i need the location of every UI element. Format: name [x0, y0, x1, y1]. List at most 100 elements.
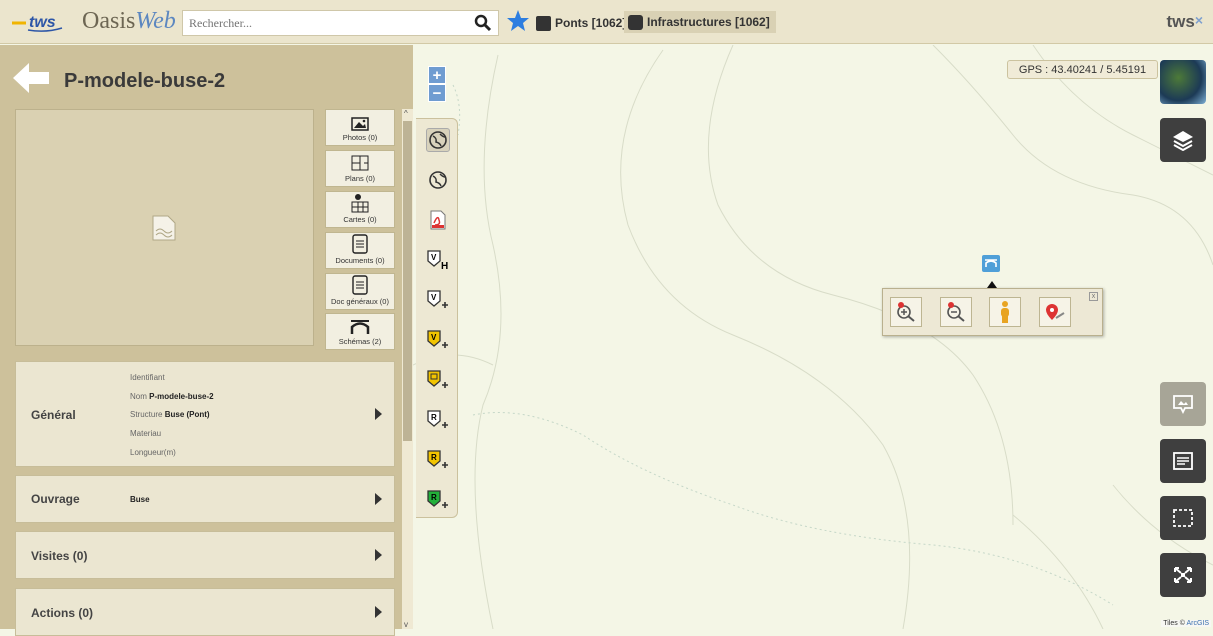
- zoom-in-button[interactable]: +: [428, 66, 446, 84]
- visit-h-icon[interactable]: VH: [426, 248, 450, 272]
- pdf-icon[interactable]: [426, 208, 450, 232]
- streetview-icon: [1001, 301, 1009, 323]
- list-icon: [1173, 452, 1193, 470]
- photos-button[interactable]: Photos (0): [325, 109, 395, 146]
- tab-infrastructures-label: Infrastructures [1062]: [647, 15, 770, 29]
- plan-icon: [351, 155, 369, 171]
- sidebar-scrollbar[interactable]: ^ v: [402, 109, 413, 629]
- zoom-in-marker-button[interactable]: [890, 297, 922, 327]
- image-comment-button[interactable]: [1160, 382, 1206, 426]
- close-icon[interactable]: x: [1089, 292, 1098, 301]
- map-view[interactable]: + − VH V V R R R GPS : 43.40241 / 5.4519…: [413, 45, 1213, 629]
- bridge-marker-icon[interactable]: [982, 255, 1000, 272]
- terrain-contours: [413, 45, 1213, 629]
- ouvrage-panel[interactable]: Ouvrage Buse: [15, 475, 395, 523]
- search-icon[interactable]: [474, 14, 492, 32]
- brand-menu[interactable]: tws×: [1166, 12, 1203, 32]
- svg-text:V: V: [431, 333, 437, 342]
- chevron-right-icon[interactable]: [375, 549, 382, 561]
- globe-icon[interactable]: [426, 168, 450, 192]
- report-add-yellow-icon[interactable]: R: [426, 448, 450, 472]
- eye-icon: [628, 14, 643, 30]
- list-button[interactable]: [1160, 439, 1206, 483]
- documents-label: Documents (0): [335, 256, 385, 265]
- ouvrage-title: Ouvrage: [31, 492, 80, 506]
- field-longueur: Longueur(m): [130, 448, 176, 457]
- map-attribution[interactable]: Tiles © ArcGIS: [1161, 620, 1211, 627]
- image-placeholder-icon: [152, 215, 176, 241]
- document-icon: [352, 234, 368, 254]
- report-add-green-icon[interactable]: R: [426, 488, 450, 512]
- visit-add-icon[interactable]: V: [426, 288, 450, 312]
- bridge-schema-icon: [350, 320, 370, 334]
- gps-readout: GPS : 43.40241 / 5.45191: [1007, 60, 1158, 79]
- visit-add-yellow-icon[interactable]: V: [426, 328, 450, 352]
- svg-text:R: R: [431, 493, 437, 502]
- tab-infrastructures[interactable]: Infrastructures [1062]: [624, 11, 776, 33]
- arcgis-link[interactable]: ArcGIS: [1186, 620, 1209, 627]
- close-icon[interactable]: ×: [1195, 12, 1203, 28]
- plans-button[interactable]: Plans (0): [325, 150, 395, 187]
- field-nom: Nom P-modele-buse-2: [130, 392, 214, 401]
- ouvrage-value: Buse: [130, 495, 150, 504]
- tab-ponts[interactable]: Ponts [1062]: [536, 11, 626, 35]
- page-title: P-modele-buse-2: [64, 70, 226, 92]
- svg-text:R: R: [431, 413, 437, 422]
- top-bar: tws OasisWeb Ponts [1062] Infrastructure…: [0, 0, 1213, 44]
- schemas-label: Schémas (2): [338, 337, 382, 346]
- field-identifiant: Identifiant: [130, 373, 165, 382]
- photos-label: Photos (0): [342, 133, 378, 142]
- image-preview[interactable]: [15, 109, 314, 346]
- schemas-button[interactable]: Schémas (2): [325, 313, 395, 350]
- doc-generaux-label: Doc généraux (0): [331, 297, 389, 306]
- visites-title: Visites (0): [31, 549, 88, 563]
- layers-button[interactable]: [1160, 118, 1206, 162]
- back-arrow-icon[interactable]: [13, 61, 49, 95]
- selection-button[interactable]: [1160, 496, 1206, 540]
- zoom-out-button[interactable]: −: [428, 84, 446, 102]
- search-icon: [536, 15, 551, 31]
- selection-icon: [1173, 509, 1193, 527]
- chevron-right-icon[interactable]: [375, 606, 382, 618]
- zoom-in-marker-icon: [897, 302, 915, 322]
- report-add-icon[interactable]: R: [426, 408, 450, 432]
- globe-active-icon[interactable]: [426, 128, 450, 152]
- cartes-button[interactable]: Cartes (0): [325, 191, 395, 228]
- scroll-down-icon[interactable]: v: [404, 620, 408, 629]
- photo-icon: [351, 117, 369, 131]
- field-structure: Structure Buse (Pont): [130, 410, 210, 419]
- visites-panel[interactable]: Visites (0): [15, 531, 395, 579]
- sidebar: P-modele-buse-2 Photos (0) Plans (0) Car…: [0, 45, 413, 636]
- fullscreen-button[interactable]: [1160, 553, 1206, 597]
- streetview-button[interactable]: [989, 297, 1021, 327]
- search-box[interactable]: [182, 10, 499, 36]
- scroll-thumb[interactable]: [403, 121, 412, 441]
- star-icon[interactable]: [506, 9, 530, 33]
- general-title: Général: [31, 408, 76, 422]
- chevron-right-icon[interactable]: [375, 408, 382, 420]
- actions-title: Actions (0): [31, 606, 94, 620]
- documents-button[interactable]: Documents (0): [325, 232, 395, 269]
- svg-text:V: V: [431, 293, 437, 302]
- svg-text:R: R: [431, 453, 437, 462]
- general-panel[interactable]: Général Identifiant Nom P-modele-buse-2 …: [15, 361, 395, 467]
- tws-logo[interactable]: tws: [12, 11, 64, 33]
- chevron-right-icon[interactable]: [375, 493, 382, 505]
- fullscreen-icon: [1174, 567, 1192, 583]
- plans-label: Plans (0): [344, 174, 375, 183]
- doc-generaux-button[interactable]: Doc généraux (0): [325, 273, 395, 310]
- zoom-out-marker-button[interactable]: [940, 297, 972, 327]
- doc-add-yellow-icon[interactable]: [426, 368, 450, 392]
- scroll-up-icon[interactable]: ^: [404, 109, 408, 118]
- map-pin-button[interactable]: [1039, 297, 1071, 327]
- satellite-thumbnail[interactable]: [1160, 60, 1206, 104]
- svg-text:H: H: [441, 261, 448, 271]
- map-pin-icon: [1046, 304, 1065, 320]
- map-icon: [351, 194, 369, 213]
- search-input[interactable]: [183, 11, 453, 35]
- svg-text:V: V: [431, 253, 437, 262]
- tab-ponts-label: Ponts [1062]: [555, 16, 627, 30]
- popup-pointer: [987, 281, 997, 288]
- marker-popup: x: [882, 288, 1103, 336]
- zoom-out-marker-icon: [947, 302, 965, 322]
